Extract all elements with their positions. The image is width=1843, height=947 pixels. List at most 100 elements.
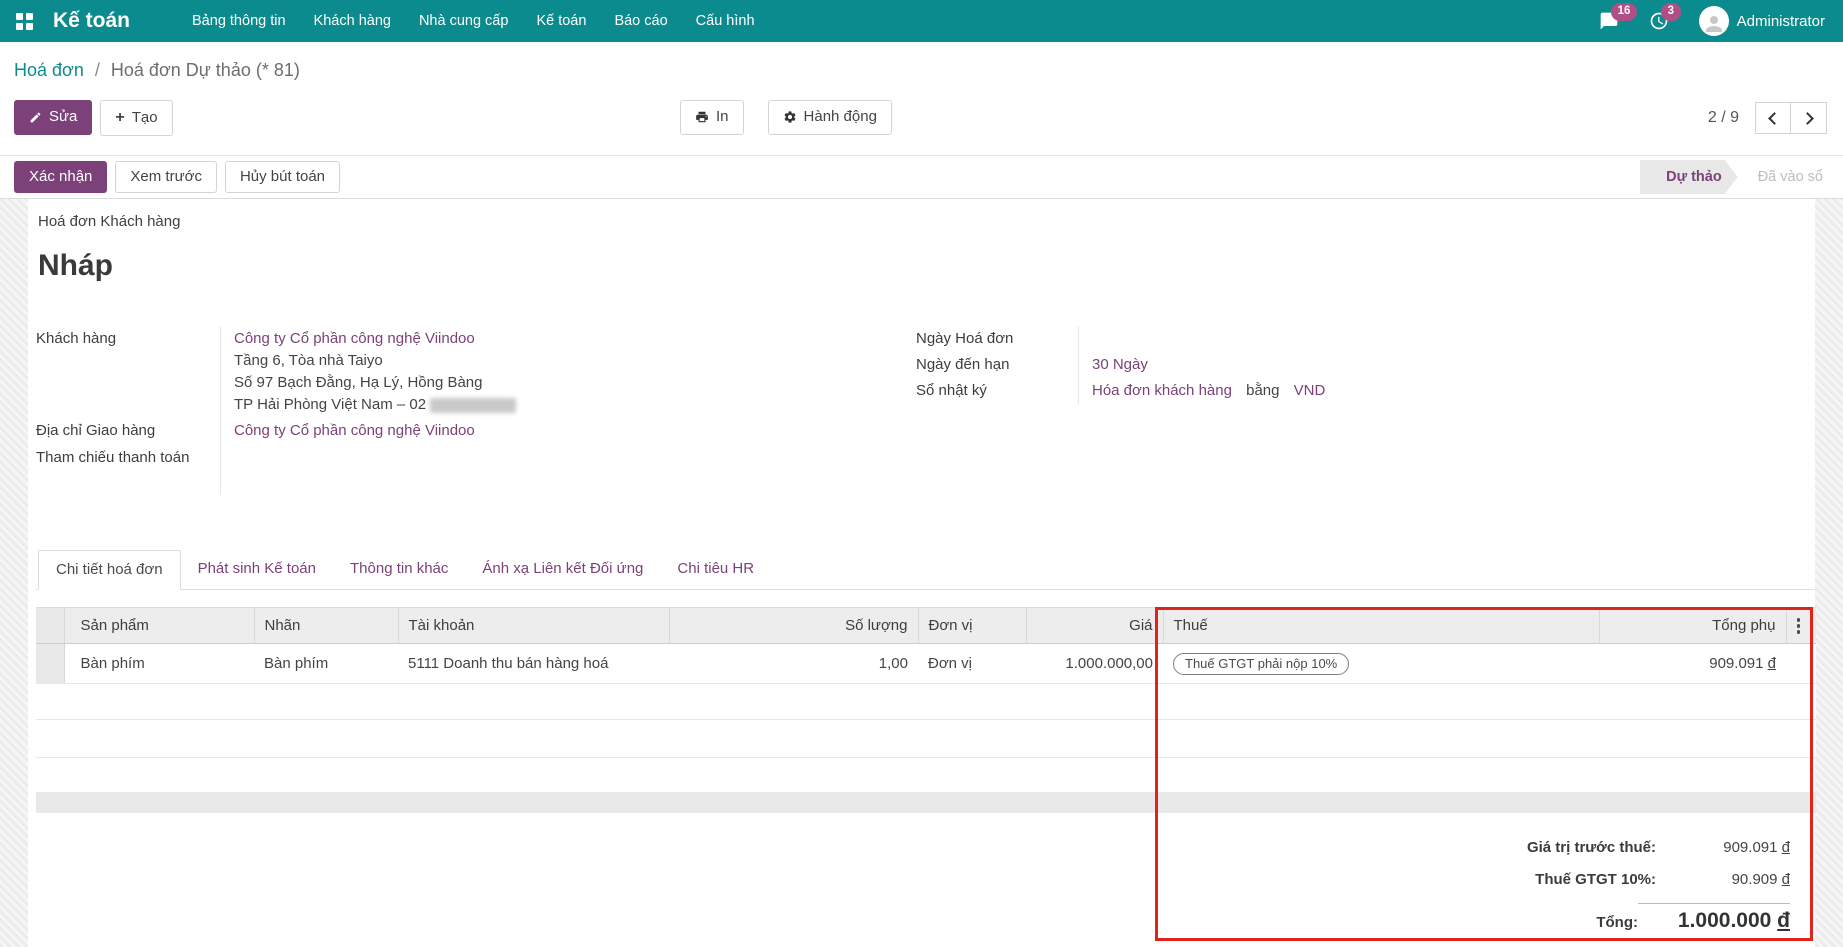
messages-count-badge: 16	[1610, 3, 1638, 21]
cell-price[interactable]: 1.000.000,00	[1026, 643, 1163, 684]
invoice-lines-table: Sản phẩm Nhãn Tài khoản Số lượng Đơn vị …	[36, 607, 1816, 758]
due-date-label: Ngày đến hạn	[916, 356, 1010, 373]
column-quantity[interactable]: Số lượng	[669, 607, 919, 644]
tab-journal-items[interactable]: Phát sinh Kế toán	[181, 550, 333, 590]
tab-other-info[interactable]: Thông tin khác	[333, 550, 465, 590]
username: Administrator	[1736, 12, 1825, 30]
user-menu[interactable]: Administrator	[1698, 6, 1825, 36]
redacted-phone	[430, 397, 517, 413]
journal-label: Sổ nhật ký	[916, 382, 987, 399]
avatar	[1698, 6, 1729, 36]
column-subtotal[interactable]: Tổng phụ	[1599, 607, 1787, 644]
pager-counter: 2 / 9	[1707, 109, 1739, 126]
confirm-button[interactable]: Xác nhận	[14, 160, 108, 194]
main-menu: Bảng thông tin Khách hàng Nhà cung cấp K…	[192, 13, 755, 29]
cell-quantity[interactable]: 1,00	[669, 643, 918, 684]
menu-settings[interactable]: Cấu hình	[696, 13, 755, 29]
empty-line-row	[36, 719, 1816, 758]
chevron-right-icon	[1800, 111, 1814, 125]
tab-counterpart-mapping[interactable]: Ánh xạ Liên kết Đối ứng	[465, 550, 660, 590]
kebab-icon[interactable]	[1796, 618, 1800, 634]
cell-account[interactable]: 5111 Doanh thu bán hàng hoá	[398, 643, 669, 684]
due-date-value[interactable]: 30 Ngày	[1092, 356, 1148, 373]
edit-button[interactable]: Sửa	[14, 100, 93, 135]
payment-reference-field[interactable]	[220, 444, 916, 494]
optional-columns-header[interactable]	[1786, 607, 1816, 644]
cell-uom[interactable]: Đơn vị	[918, 643, 1026, 684]
cell-taxes[interactable]: Thuế GTGT phải nộp 10%	[1163, 643, 1599, 684]
printer-icon	[696, 112, 708, 123]
pencil-icon	[30, 112, 41, 123]
activities-count-badge: 3	[1660, 3, 1682, 21]
tab-hr-expense[interactable]: Chi tiêu HR	[660, 550, 771, 590]
column-label[interactable]: Nhãn	[254, 607, 399, 644]
breadcrumb: Hoá đơn / Hoá đơn Dự thảo (* 81)	[0, 42, 1843, 92]
menu-vendors[interactable]: Nhà cung cấp	[419, 13, 508, 29]
messages-icon[interactable]: 16	[1599, 3, 1638, 31]
apps-menu-icon[interactable]	[16, 12, 33, 30]
activities-icon[interactable]: 3	[1649, 3, 1682, 31]
pager-next-button[interactable]	[1791, 102, 1827, 134]
total-label: Tổng:	[1596, 914, 1638, 931]
column-uom[interactable]: Đơn vị	[918, 607, 1027, 644]
journal-field[interactable]: Hóa đơn khách hàng bằng VND	[1078, 378, 1676, 404]
totals-block: Giá trị trước thuế: 909.091 đ Thuế GTGT …	[1250, 839, 1790, 933]
drag-handle-cell[interactable]	[36, 643, 65, 684]
menu-accounting[interactable]: Kế toán	[536, 13, 586, 29]
invoice-date-field[interactable]	[1078, 326, 1676, 352]
column-account[interactable]: Tài khoản	[398, 607, 670, 644]
invoice-line-row[interactable]: Bàn phím Bàn phím 5111 Doanh thu bán hàn…	[36, 643, 1816, 684]
app-name[interactable]: Kế toán	[53, 9, 130, 33]
statusbar: Xác nhận Xem trước Hủy bút toán Dự thảo …	[0, 155, 1843, 199]
create-button[interactable]: + Tạo	[100, 100, 173, 136]
cell-product[interactable]: Bàn phím	[64, 643, 254, 684]
customer-field[interactable]: Công ty Cổ phần công nghệ Viindoo Tầng 6…	[220, 326, 916, 418]
journal-in-text: bằng	[1246, 382, 1280, 399]
customer-address-line: TP Hải Phòng Việt Nam – 02	[234, 394, 916, 416]
breadcrumb-separator: /	[94, 60, 100, 80]
journal-link[interactable]: Hóa đơn khách hàng	[1092, 382, 1232, 399]
action-button[interactable]: Hành động	[767, 100, 892, 135]
cell-label[interactable]: Bàn phím	[254, 643, 398, 684]
page-title: Nháp	[38, 249, 113, 282]
tax-pill[interactable]: Thuế GTGT phải nộp 10%	[1173, 652, 1350, 675]
preview-button[interactable]: Xem trước	[115, 160, 217, 194]
empty-line-row	[36, 683, 1816, 720]
customer-link[interactable]: Công ty Cổ phần công nghệ Viindoo	[234, 328, 916, 350]
total-value: 1.000.000 đ	[1638, 903, 1790, 933]
menu-dashboard[interactable]: Bảng thông tin	[192, 13, 286, 29]
notebook-tabs: Chi tiết hoá đơn Phát sinh Kế toán Thông…	[36, 550, 1815, 590]
chevron-left-icon	[1768, 111, 1781, 125]
status-steps: Dự thảo Đã vào sổ	[1640, 160, 1843, 194]
column-price[interactable]: Giá	[1026, 607, 1164, 644]
gear-icon	[784, 111, 795, 123]
person-icon	[1705, 16, 1722, 32]
invoice-date-label: Ngày Hoá đơn	[916, 330, 1014, 347]
form-area: Hoá đơn Khách hàng Nháp Khách hàng Công …	[0, 199, 1843, 947]
menu-reports[interactable]: Báo cáo	[614, 13, 667, 29]
control-panel: Sửa + Tạo In Hành động 2 / 9	[0, 92, 1843, 155]
breadcrumb-current: Hoá đơn Dự thảo (* 81)	[110, 60, 300, 80]
breadcrumb-parent[interactable]: Hoá đơn	[14, 60, 84, 80]
column-taxes[interactable]: Thuế	[1163, 607, 1600, 644]
table-header-row: Sản phẩm Nhãn Tài khoản Số lượng Đơn vị …	[36, 607, 1816, 644]
customer-address-line: Số 97 Bạch Đằng, Hạ Lý, Hồng Bàng	[234, 374, 483, 391]
menu-customers[interactable]: Khách hàng	[314, 13, 391, 29]
delivery-address-link[interactable]: Công ty Cổ phần công nghệ Viindoo	[234, 422, 475, 439]
tax-amount-label: Thuế GTGT 10%:	[1535, 871, 1656, 888]
table-footer-band	[36, 792, 1816, 813]
status-step-draft[interactable]: Dự thảo	[1640, 160, 1738, 194]
top-navbar: Kế toán Bảng thông tin Khách hàng Nhà cu…	[0, 0, 1843, 42]
currency-link[interactable]: VND	[1294, 382, 1326, 399]
untaxed-amount-row: Giá trị trước thuế: 909.091 đ	[1250, 839, 1790, 856]
cancel-entry-button[interactable]: Hủy bút toán	[224, 160, 341, 194]
pager-previous-button[interactable]	[1755, 102, 1791, 134]
status-step-posted[interactable]: Đã vào sổ	[1738, 160, 1843, 194]
untaxed-amount-label: Giá trị trước thuế:	[1526, 839, 1656, 856]
plus-icon: +	[115, 109, 125, 126]
column-product[interactable]: Sản phẩm	[64, 607, 255, 644]
tab-invoice-lines[interactable]: Chi tiết hoá đơn	[38, 550, 181, 590]
customer-address-line: Tầng 6, Tòa nhà Taiyo	[234, 352, 383, 369]
customer-label: Khách hàng	[36, 330, 117, 347]
print-button[interactable]: In	[680, 100, 744, 135]
